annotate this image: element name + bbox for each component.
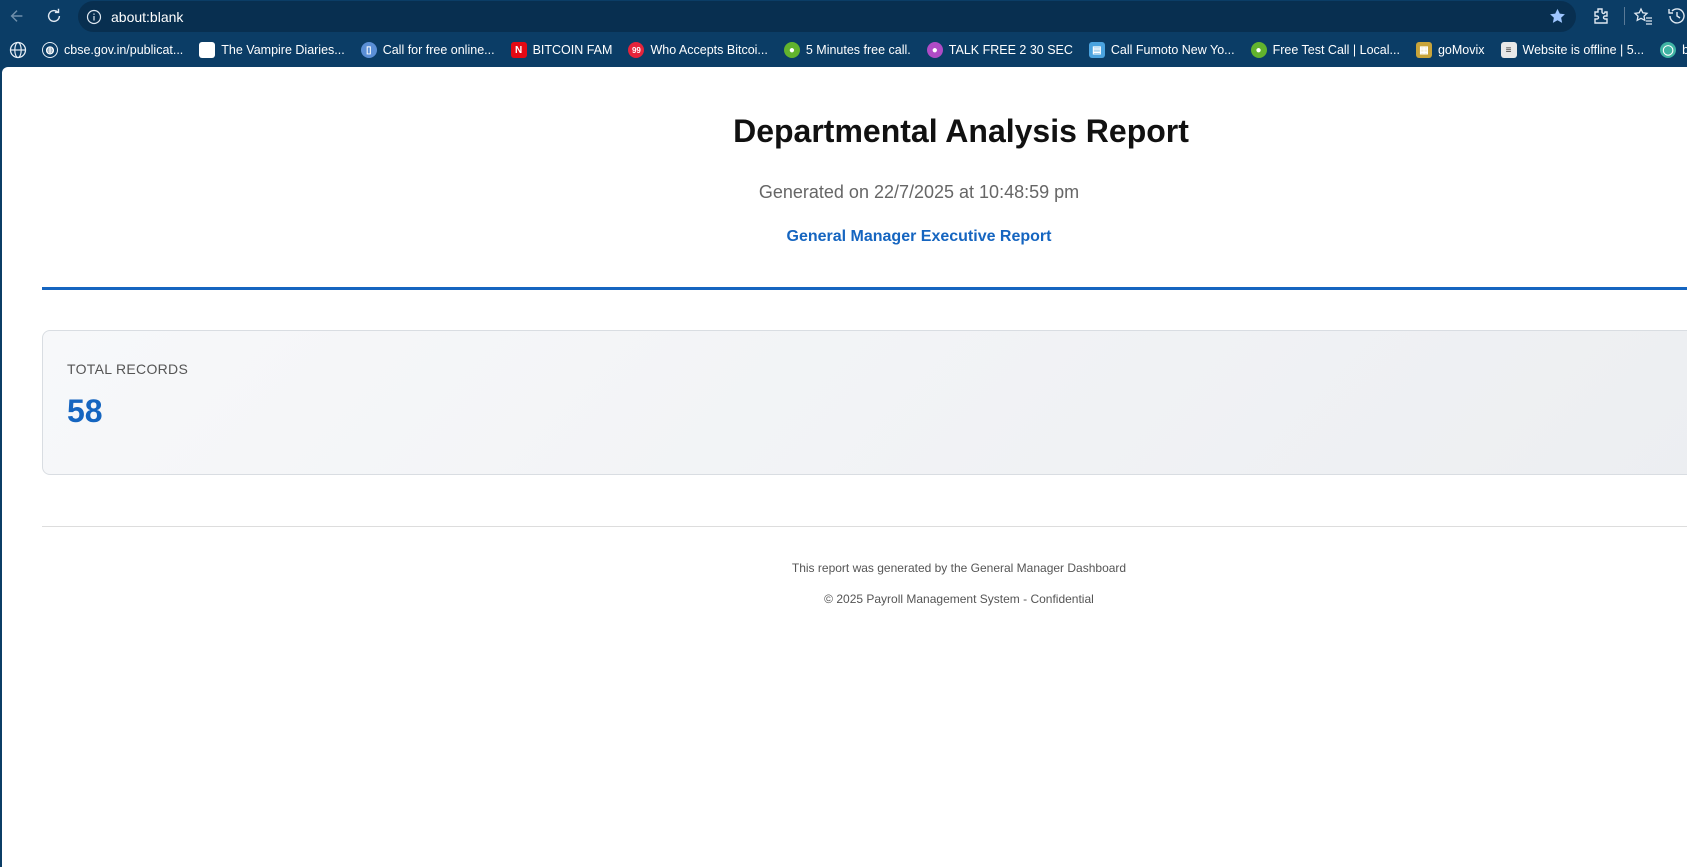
bookmark-label: Free Test Call | Local... xyxy=(1272,43,1400,57)
bookmark-label: Call Fumoto New Yo... xyxy=(1110,43,1235,57)
talk-bubble-icon: ● xyxy=(926,42,943,58)
bookmark-label: TALK FREE 2 30 SEC xyxy=(948,43,1073,57)
chat-bubble-icon: ● xyxy=(1250,42,1267,58)
generated-timestamp: Generated on 22/7/2025 at 10:48:59 pm xyxy=(758,182,1080,202)
bookmark-item[interactable]: ● Free Test Call | Local... xyxy=(1250,42,1400,58)
extensions-icon[interactable] xyxy=(1591,6,1611,26)
total-records-card: TOTAL RECORDS 58 xyxy=(42,330,1687,475)
phone-icon: ▯ xyxy=(360,42,377,58)
bookmark-item[interactable]: ◯ boring quality xyxy=(1660,42,1687,58)
film-icon: ▦ xyxy=(1415,42,1432,58)
history-icon[interactable] xyxy=(1667,6,1687,26)
chat-bubble-icon: ● xyxy=(783,42,800,58)
99-icon: 99 xyxy=(628,42,645,58)
bookmark-item[interactable]: N BITCOIN FAM xyxy=(510,42,613,58)
stat-label: TOTAL RECORDS xyxy=(67,361,189,377)
bookmark-item[interactable]: ▤ Call Fumoto New Yo... xyxy=(1088,42,1235,58)
info-icon[interactable] xyxy=(86,9,102,25)
report-title: Departmental Analysis Report xyxy=(733,113,1189,149)
footer-copyright: © 2025 Payroll Management System - Confi… xyxy=(824,592,1094,606)
favorites-icon[interactable] xyxy=(1633,6,1653,26)
report-subtitle: General Manager Executive Report xyxy=(786,228,1052,245)
footer-divider xyxy=(42,526,1687,527)
browser-toolbar: about:blank xyxy=(0,0,1687,33)
bookmark-label: Who Accepts Bitcoi... xyxy=(650,43,768,57)
favorite-star-icon[interactable] xyxy=(1548,7,1567,26)
netflix-icon: N xyxy=(510,42,527,58)
bookmark-label: 5 Minutes free call. xyxy=(805,43,911,57)
bookmark-label: The Vampire Diaries... xyxy=(221,43,345,57)
footer-note: This report was generated by the General… xyxy=(791,561,1127,575)
page-viewport: Departmental Analysis Report Generated o… xyxy=(2,67,1687,867)
bookmarks-bar: ◍ cbse.gov.in/publicat... The Vampire Diar… xyxy=(0,36,1687,64)
bookmark-label: Website is offline | 5... xyxy=(1522,43,1645,57)
back-button[interactable] xyxy=(3,2,31,30)
bookmark-item[interactable]: The Vampire Diaries... xyxy=(199,42,345,58)
globe-icon: ◍ xyxy=(42,42,58,58)
chart-app-icon: ▤ xyxy=(1088,42,1105,58)
bookmark-item[interactable]: ▦ goMovix xyxy=(1415,42,1485,58)
document-icon: ≡ xyxy=(1500,42,1517,58)
bookmark-item[interactable]: 99 Who Accepts Bitcoi... xyxy=(628,42,768,58)
bookmark-item[interactable]: ≡ Website is offline | 5... xyxy=(1500,42,1645,58)
toolbar-divider xyxy=(1624,7,1625,25)
bookmark-label: Call for free online... xyxy=(382,43,495,57)
address-url[interactable]: about:blank xyxy=(111,9,183,25)
bookmark-label: boring quality xyxy=(1682,43,1687,57)
bookmark-item[interactable]: ▯ Call for free online... xyxy=(360,42,495,58)
stat-value: 58 xyxy=(67,393,103,429)
header-divider xyxy=(42,287,1687,290)
reload-button[interactable] xyxy=(40,2,68,30)
bookmark-label: BITCOIN FAM xyxy=(532,43,613,57)
address-bar[interactable]: about:blank xyxy=(78,1,1576,32)
blank-page-icon xyxy=(199,42,216,58)
bookmark-item[interactable]: ● 5 Minutes free call. xyxy=(783,42,911,58)
bookmark-label: goMovix xyxy=(1437,43,1485,57)
bookmark-item[interactable]: ● TALK FREE 2 30 SEC xyxy=(926,42,1073,58)
reload-icon xyxy=(47,8,61,23)
bulb-icon: ◯ xyxy=(1660,42,1677,58)
back-arrow-icon xyxy=(10,10,23,22)
apps-globe-icon[interactable] xyxy=(8,40,28,60)
bookmark-item[interactable]: ◍ cbse.gov.in/publicat... xyxy=(42,42,183,58)
bookmark-label: cbse.gov.in/publicat... xyxy=(64,43,184,57)
